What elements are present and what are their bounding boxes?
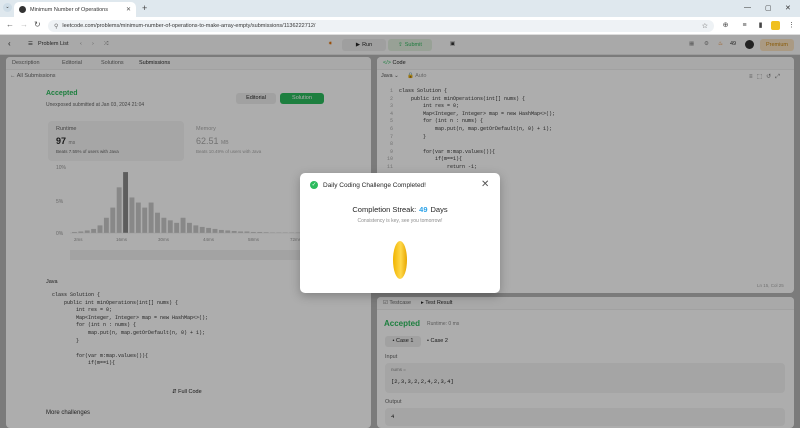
bookmark-star-icon[interactable]: ☆ bbox=[702, 22, 708, 30]
minimize-icon[interactable]: — bbox=[744, 4, 751, 11]
streak-number: 49 bbox=[419, 205, 428, 214]
leetcode-favicon-icon bbox=[19, 6, 26, 13]
tab-title: Minimum Number of Operations bbox=[30, 6, 108, 13]
completion-streak: Completion Streak: 49 Days bbox=[300, 205, 500, 214]
window-close-icon[interactable]: ✕ bbox=[785, 4, 791, 12]
omnibox[interactable]: ⚲ leetcode.com/problems/minimum-number-o… bbox=[48, 20, 714, 32]
reading-list-icon[interactable]: ≡ bbox=[740, 21, 749, 30]
close-icon[interactable]: ✕ bbox=[481, 179, 489, 190]
extension-icon[interactable]: ⊕ bbox=[721, 21, 730, 30]
browser-tab[interactable]: Minimum Number of Operations ✕ bbox=[14, 2, 136, 17]
url-text: leetcode.com/problems/minimum-number-of-… bbox=[62, 23, 316, 29]
daily-challenge-modal: ✓ Daily Coding Challenge Completed! ✕ Co… bbox=[300, 173, 500, 293]
check-circle-icon: ✓ bbox=[310, 181, 318, 189]
streak-unit: Days bbox=[430, 205, 448, 214]
site-info-icon[interactable]: ⚲ bbox=[54, 23, 58, 30]
modal-title: Daily Coding Challenge Completed! bbox=[323, 181, 426, 189]
modal-header: ✓ Daily Coding Challenge Completed! bbox=[310, 181, 426, 189]
close-tab-icon[interactable]: ✕ bbox=[126, 6, 131, 13]
modal-subtitle: Consistency is key, see you tomorrow! bbox=[357, 218, 443, 224]
reload-icon[interactable]: ↻ bbox=[34, 20, 41, 29]
tab-search-icon[interactable]: ⌄ bbox=[3, 3, 12, 12]
menu-icon[interactable]: ⋮ bbox=[787, 21, 796, 30]
coin-icon bbox=[393, 241, 407, 279]
sidebar-icon[interactable]: ▮ bbox=[756, 21, 765, 30]
back-icon[interactable]: ← bbox=[6, 20, 14, 29]
profile-icon[interactable] bbox=[771, 21, 780, 30]
browser-tabstrip: ⌄ Minimum Number of Operations ✕ + — ▢ ✕ bbox=[0, 0, 800, 17]
forward-icon[interactable]: → bbox=[20, 20, 28, 29]
streak-label: Completion Streak: bbox=[352, 205, 417, 214]
address-bar-row: ← → ↻ ⚲ leetcode.com/problems/minimum-nu… bbox=[0, 17, 800, 35]
maximize-icon[interactable]: ▢ bbox=[765, 4, 772, 12]
new-tab-icon[interactable]: + bbox=[142, 3, 147, 13]
